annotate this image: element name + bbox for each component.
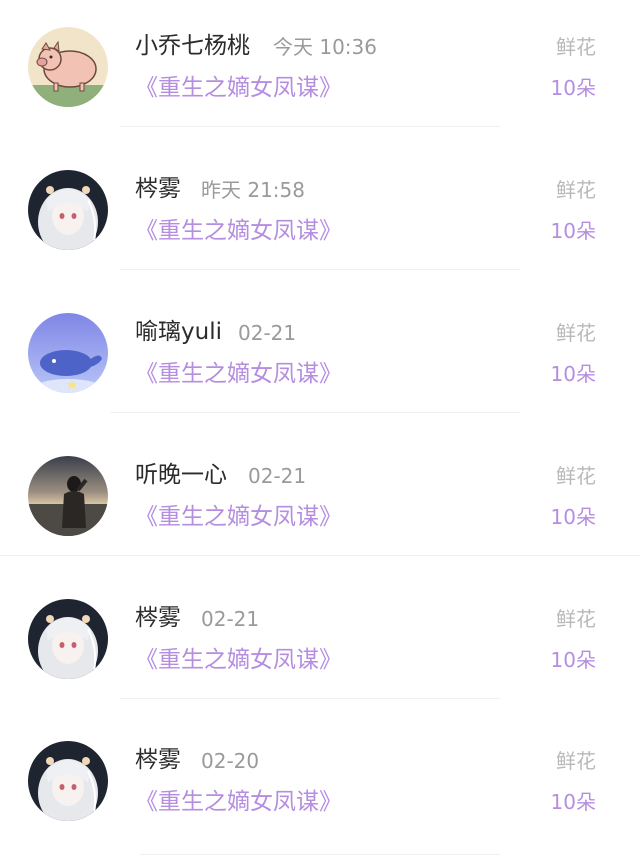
row-divider <box>120 269 520 270</box>
row-divider <box>120 698 500 699</box>
row-divider <box>120 126 500 127</box>
gift-count-label: 10朵 <box>550 505 596 529</box>
row-divider <box>110 412 520 413</box>
gift-time: 今天 10:36 <box>273 35 377 59</box>
list-item[interactable]: 小乔七杨桃 今天 10:36 《重生之嫡女凤谋》 鲜花 10朵 <box>0 0 640 143</box>
gift-type-label: 鲜花 <box>556 178 596 202</box>
book-title-link[interactable]: 《重生之嫡女凤谋》 <box>135 358 342 390</box>
gift-count-label: 10朵 <box>550 76 596 100</box>
gift-count-label: 10朵 <box>550 790 596 814</box>
list-item[interactable]: 梣雾 02-20 《重生之嫡女凤谋》 鲜花 10朵 <box>0 714 640 857</box>
gift-type-label: 鲜花 <box>556 321 596 345</box>
user-name[interactable]: 小乔七杨桃 <box>135 30 250 62</box>
row-divider <box>140 854 500 855</box>
row-divider <box>0 555 640 556</box>
book-title-link[interactable]: 《重生之嫡女凤谋》 <box>135 786 342 818</box>
anime-girl-avatar-icon[interactable] <box>28 599 108 679</box>
user-name[interactable]: 梣雾 <box>135 173 181 205</box>
pig-avatar-icon[interactable] <box>28 27 108 107</box>
gift-time: 昨天 21:58 <box>201 178 305 202</box>
gift-count-label: 10朵 <box>550 362 596 386</box>
gift-time: 02-20 <box>201 749 260 773</box>
whale-avatar-icon[interactable] <box>28 313 108 393</box>
gift-count-label: 10朵 <box>550 219 596 243</box>
book-title-link[interactable]: 《重生之嫡女凤谋》 <box>135 72 342 104</box>
gift-count-label: 10朵 <box>550 648 596 672</box>
anime-girl-avatar-icon[interactable] <box>28 741 108 821</box>
gift-type-label: 鲜花 <box>556 607 596 631</box>
gift-time: 02-21 <box>201 607 260 631</box>
anime-girl-avatar-icon[interactable] <box>28 170 108 250</box>
book-title-link[interactable]: 《重生之嫡女凤谋》 <box>135 501 342 533</box>
gift-type-label: 鲜花 <box>556 464 596 488</box>
list-item[interactable]: 喻璃yuli 02-21 《重生之嫡女凤谋》 鲜花 10朵 <box>0 286 640 429</box>
sunset-person-avatar-icon[interactable] <box>28 456 108 536</box>
user-name[interactable]: 喻璃yuli <box>135 316 222 348</box>
list-item[interactable]: 梣雾 昨天 21:58 《重生之嫡女凤谋》 鲜花 10朵 <box>0 143 640 286</box>
gift-type-label: 鲜花 <box>556 749 596 773</box>
list-item[interactable]: 听晚一心 02-21 《重生之嫡女凤谋》 鲜花 10朵 <box>0 429 640 572</box>
gift-time: 02-21 <box>248 464 307 488</box>
user-name[interactable]: 听晚一心 <box>135 459 227 491</box>
gift-type-label: 鲜花 <box>556 35 596 59</box>
book-title-link[interactable]: 《重生之嫡女凤谋》 <box>135 644 342 676</box>
user-name[interactable]: 梣雾 <box>135 744 181 776</box>
gift-time: 02-21 <box>238 321 297 345</box>
user-name[interactable]: 梣雾 <box>135 602 181 634</box>
list-item[interactable]: 梣雾 02-21 《重生之嫡女凤谋》 鲜花 10朵 <box>0 572 640 715</box>
flower-gift-record-list: 小乔七杨桃 今天 10:36 《重生之嫡女凤谋》 鲜花 10朵 梣雾 昨天 21… <box>0 0 640 857</box>
book-title-link[interactable]: 《重生之嫡女凤谋》 <box>135 215 342 247</box>
